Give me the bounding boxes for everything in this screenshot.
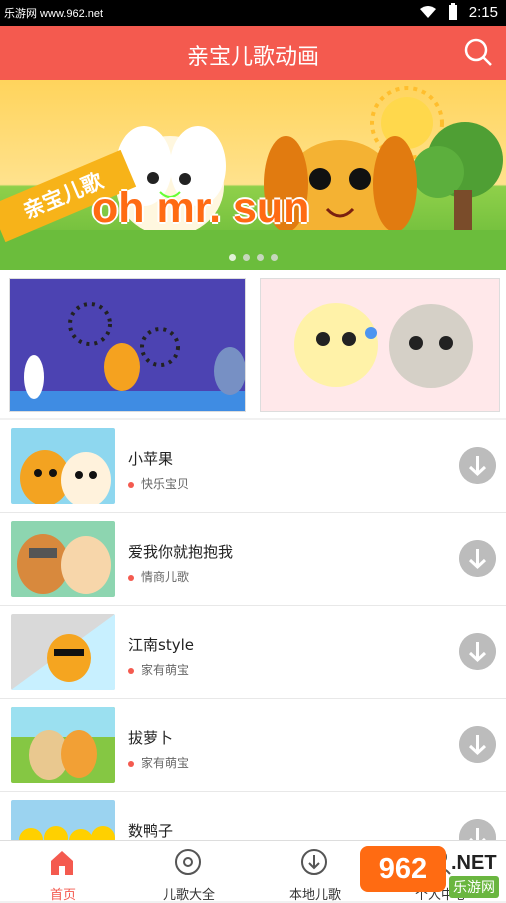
watermark-brand: 乐游网 bbox=[449, 876, 499, 898]
banner-pagination bbox=[0, 254, 506, 261]
tab-all-songs[interactable]: 儿歌大全 bbox=[126, 841, 252, 903]
song-category: 家有萌宝 bbox=[128, 661, 189, 678]
wifi-icon bbox=[419, 6, 436, 18]
cats-illustration bbox=[261, 279, 499, 411]
featured-card-stage[interactable] bbox=[9, 278, 246, 412]
song-thumbnail bbox=[11, 800, 115, 840]
banner-title: oh mr. sun bbox=[92, 184, 310, 232]
clock: 2:15 bbox=[468, 3, 498, 21]
hero-banner[interactable]: 亲宝儿歌 oh mr. sun bbox=[0, 80, 506, 270]
list-item[interactable]: 小苹果 快乐宝贝 bbox=[0, 420, 506, 513]
song-category: 情商儿歌 bbox=[128, 568, 189, 585]
download-icon[interactable] bbox=[459, 726, 496, 763]
featured-card-cats[interactable] bbox=[260, 278, 500, 412]
app-title: 亲宝儿歌动画 bbox=[186, 45, 319, 70]
watermark: 乐游网 www.962.net bbox=[4, 8, 104, 20]
download-icon[interactable] bbox=[459, 447, 496, 484]
list-item[interactable]: 江南style 家有萌宝 bbox=[0, 606, 506, 699]
tab-home[interactable]: 首页 bbox=[0, 841, 126, 903]
download-circle-icon bbox=[301, 849, 327, 875]
status-right: 2:15 bbox=[419, 3, 498, 21]
song-title: 爱我你就抱抱我 bbox=[128, 543, 234, 561]
home-icon bbox=[51, 851, 73, 875]
song-thumbnail bbox=[11, 428, 115, 504]
song-category: 家有萌宝 bbox=[128, 754, 189, 771]
pagination-dot bbox=[242, 254, 250, 261]
download-icon[interactable] bbox=[459, 540, 496, 577]
list-item[interactable]: 拔萝卜 家有萌宝 bbox=[0, 699, 506, 792]
watermark-logo: 962 bbox=[360, 846, 446, 892]
song-title: 江南style bbox=[128, 636, 194, 654]
song-title: 小苹果 bbox=[128, 450, 174, 468]
list-item[interactable]: 数鸭子 bbox=[0, 792, 506, 840]
song-list: 小苹果 快乐宝贝 爱我你就抱抱我 情商儿歌 江南style 家有萌宝 拔萝卜 家… bbox=[0, 420, 506, 840]
song-category: 快乐宝贝 bbox=[128, 475, 189, 492]
song-title: 拔萝卜 bbox=[128, 729, 174, 747]
status-bar: 乐游网 www.962.net 2:15 bbox=[0, 0, 506, 26]
stage-illustration bbox=[10, 279, 245, 411]
list-item[interactable]: 爱我你就抱抱我 情商儿歌 bbox=[0, 513, 506, 606]
download-icon[interactable] bbox=[459, 819, 496, 840]
song-title: 数鸭子 bbox=[128, 822, 174, 840]
song-thumbnail bbox=[11, 707, 115, 783]
pagination-dot-active bbox=[228, 254, 236, 261]
download-icon[interactable] bbox=[459, 633, 496, 670]
song-thumbnail bbox=[11, 614, 115, 690]
search-icon[interactable] bbox=[462, 36, 494, 68]
disc-icon bbox=[175, 849, 201, 875]
app-bar: 亲宝儿歌动画 bbox=[0, 26, 506, 80]
battery-icon bbox=[448, 3, 457, 20]
pagination-dot bbox=[256, 254, 264, 261]
tab-label-all-songs: 儿歌大全 bbox=[162, 888, 215, 903]
pagination-dot bbox=[270, 254, 278, 261]
featured-cards bbox=[0, 270, 506, 418]
song-thumbnail bbox=[11, 521, 115, 597]
site-watermark: 962 .NET 乐游网 bbox=[360, 846, 506, 898]
tab-label-home: 首页 bbox=[49, 888, 76, 903]
watermark-net: .NET bbox=[451, 852, 497, 874]
